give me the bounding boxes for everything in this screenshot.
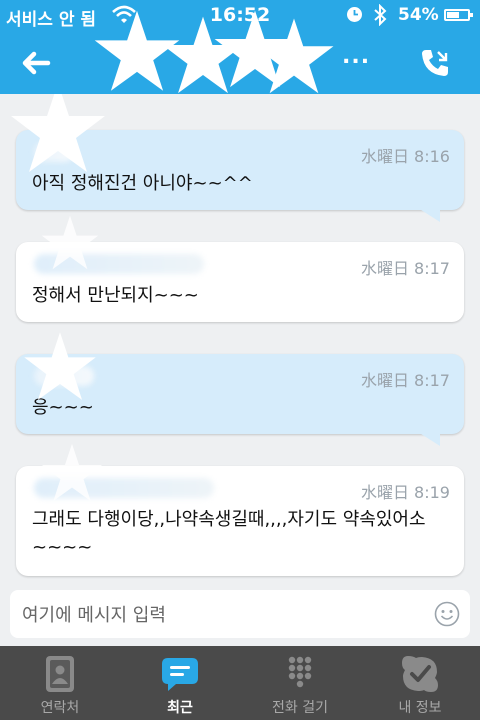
redaction-mark <box>41 443 103 501</box>
redaction-mark <box>254 18 334 94</box>
smiley-icon[interactable] <box>434 601 460 627</box>
contacts-book-icon <box>46 656 74 692</box>
message-composer <box>0 584 480 646</box>
bubble-tail <box>418 208 440 222</box>
message-input-box[interactable] <box>10 590 470 640</box>
dialpad-icon <box>288 656 312 688</box>
redaction-mark <box>11 94 105 172</box>
tab-label: 최근 <box>167 700 193 716</box>
bubble-tail <box>418 432 440 446</box>
back-arrow-icon[interactable] <box>18 48 54 78</box>
alarm-clock-icon <box>347 7 362 22</box>
bottom-tab-bar: 연락처 최근 전화 걸기 내 정보 <box>0 646 480 720</box>
message-timestamp: 水曜日 8:17 <box>360 371 450 390</box>
message-timestamp: 水曜日 8:19 <box>360 483 450 502</box>
bluetooth-icon <box>374 4 387 26</box>
message-list[interactable]: 水曜日 8:16 아직 정해진건 아니야~~^^ 水曜日 8:17 정해서 만난… <box>0 94 480 584</box>
tab-recent[interactable]: 최근 <box>120 646 240 720</box>
message-input[interactable] <box>20 590 424 640</box>
redaction-mark <box>41 215 99 270</box>
tab-label: 연락처 <box>40 700 80 716</box>
phone-call-icon[interactable] <box>418 46 452 80</box>
message-timestamp: 水曜日 8:17 <box>360 259 450 278</box>
message-text: 정해서 만난되지~~~ <box>32 285 199 306</box>
tab-contacts[interactable]: 연락처 <box>0 646 120 720</box>
message-timestamp: 水曜日 8:16 <box>360 147 450 166</box>
tab-my-info[interactable]: 내 정보 <box>360 646 480 720</box>
redaction-mark <box>24 332 96 400</box>
battery-icon <box>444 9 473 21</box>
battery-percent: 54% <box>398 5 439 25</box>
message-text: 그래도 다행이당,,나약속생길때,,,,자기도 약속있어소~~~~ <box>32 509 426 558</box>
chat-bubble-icon <box>162 658 198 691</box>
tab-label: 내 정보 <box>398 700 442 716</box>
tab-label: 전화 걸기 <box>272 700 328 716</box>
tab-dialpad[interactable]: 전화 걸기 <box>240 646 360 720</box>
skype-check-icon <box>402 656 438 692</box>
more-options-button[interactable]: ... <box>342 44 370 69</box>
